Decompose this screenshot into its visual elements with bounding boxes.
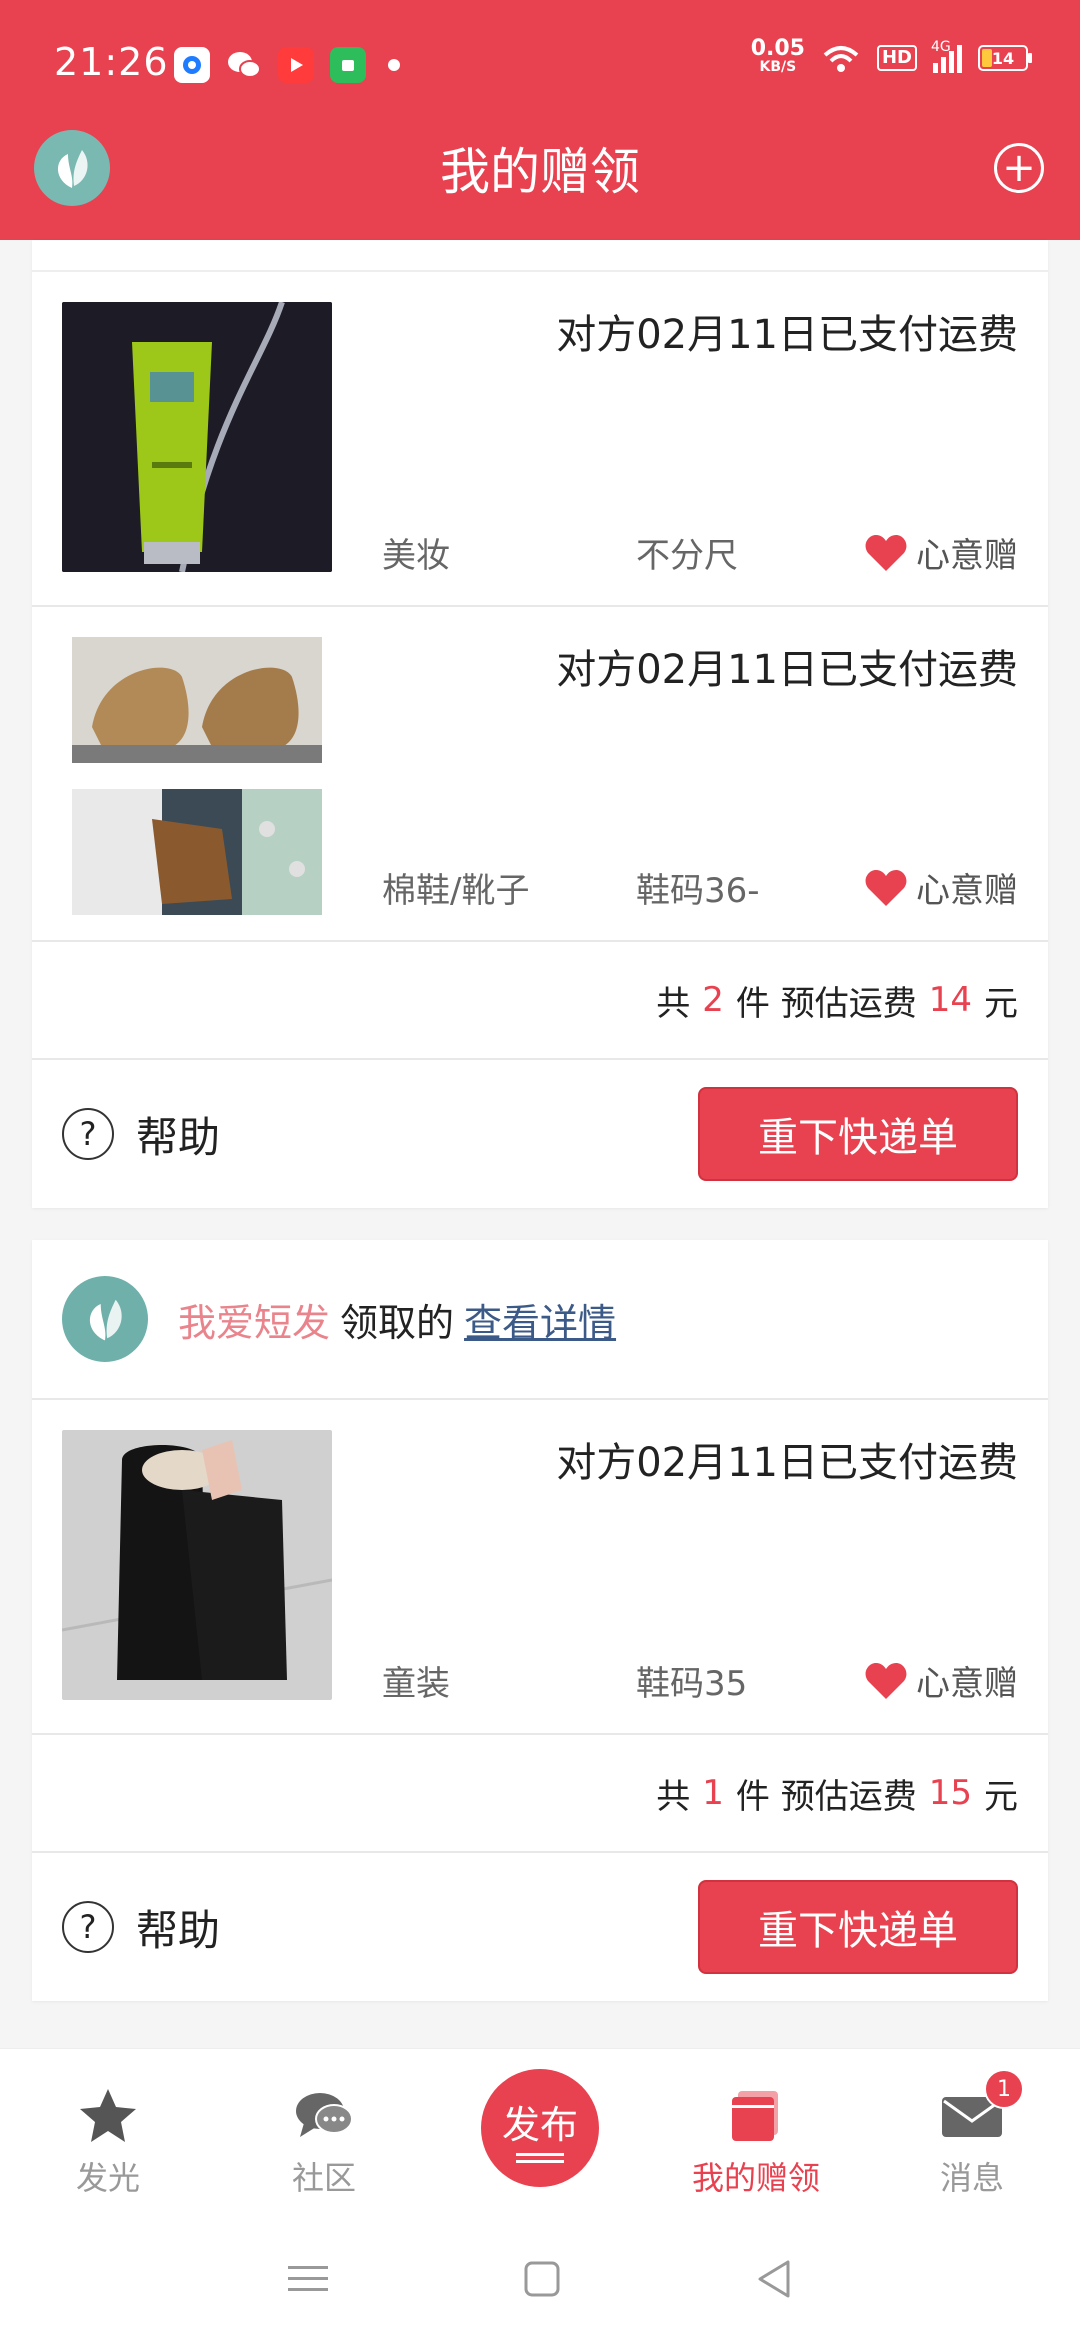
notification-icons <box>174 47 400 83</box>
reorder-waybill-button[interactable]: 重下快递单 <box>698 1880 1018 1974</box>
wifi-icon <box>823 46 859 72</box>
item-status: 对方02月11日已支付运费 <box>556 647 1018 693</box>
heart-icon <box>865 1662 907 1699</box>
page-title: 我的赠领 <box>440 143 640 201</box>
question-circle-icon: ? <box>62 1901 114 1953</box>
item-photo[interactable] <box>72 637 322 763</box>
gift-list[interactable]: 对方02月11日已支付运费 美妆 不分尺 心意赠 对方02月11日已支付运费 棉… <box>32 240 1048 2033</box>
hd-icon: HD <box>876 45 917 71</box>
status-time: 21:26 <box>54 40 169 84</box>
wechat-icon <box>226 47 262 83</box>
reorder-waybill-button[interactable]: 重下快递单 <box>698 1087 1018 1181</box>
heart-icon <box>865 534 907 571</box>
chat-bubbles-icon <box>296 2093 353 2137</box>
net-speed: 0.05 KB/S <box>750 36 805 76</box>
plus-circle-icon: + <box>1002 145 1036 191</box>
item-photos-shoes[interactable] <box>72 637 322 941</box>
tab-my-gifts[interactable]: 我的赠领 <box>648 2049 864 2219</box>
gift-type: 心意赠 <box>864 528 1018 577</box>
star-icon <box>80 2089 136 2142</box>
item-photo[interactable] <box>72 789 322 915</box>
bottom-nav: 发光 社区 发布 我的赠领 消息 1 <box>0 2048 1080 2219</box>
tab-community[interactable]: 社区 <box>216 2049 432 2219</box>
video-app-icon <box>278 47 314 83</box>
gift-card: 对方02月11日已支付运费 美妆 不分尺 心意赠 对方02月11日已支付运费 棉… <box>32 240 1048 1208</box>
add-button[interactable]: + <box>994 143 1044 193</box>
menu-icon[interactable] <box>288 2262 328 2296</box>
card-actions: ? 帮助 重下快递单 <box>32 1060 1048 1208</box>
home-icon[interactable] <box>524 2261 560 2297</box>
publish-button[interactable]: 发布 <box>481 2069 599 2187</box>
tab-messages[interactable]: 消息 1 <box>864 2049 1080 2219</box>
item-meta: 棉鞋/靴子 鞋码36- 心意赠 <box>382 863 1018 912</box>
signal-icon: 4G <box>931 39 962 73</box>
status-bar: 21:26 0.05 KB/S HD 4G 14 <box>0 0 1080 130</box>
gift-item[interactable]: 对方02月11日已支付运费 美妆 不分尺 心意赠 <box>32 272 1048 607</box>
publish-icon <box>516 2152 564 2156</box>
browser-app-icon <box>174 47 210 83</box>
unread-badge: 1 <box>984 2069 1024 2109</box>
item-size: 鞋码36- <box>636 871 760 911</box>
shipping-summary: 共 2 件 预估运费 14 元 <box>32 942 1048 1060</box>
item-meta: 美妆 不分尺 心意赠 <box>382 528 1018 577</box>
back-icon[interactable] <box>756 2259 792 2299</box>
battery-icon: 14 <box>978 45 1032 71</box>
shopping-app-icon <box>330 47 366 83</box>
help-button[interactable]: ? 帮助 <box>62 1897 220 1958</box>
item-status: 对方02月11日已支付运费 <box>556 312 1018 358</box>
gift-item[interactable]: 对方02月11日已支付运费 棉鞋/靴子 鞋码36- 心意赠 <box>32 607 1048 942</box>
gift-card: 我爱短发 领取的 查看详情 对方02月11日已支付运费 童装 鞋码35 心意赠 … <box>32 1240 1048 2001</box>
help-button[interactable]: ? 帮助 <box>62 1104 220 1165</box>
view-details-link[interactable]: 查看详情 <box>464 1292 616 1347</box>
more-notifications-dot <box>388 59 400 71</box>
item-photo-cosmetic[interactable] <box>62 302 332 572</box>
item-category: 童装 <box>382 1664 450 1704</box>
donor-name[interactable]: 我爱短发 <box>178 1292 330 1347</box>
item-meta: 童装 鞋码35 心意赠 <box>382 1656 1018 1705</box>
item-category: 棉鞋/靴子 <box>382 871 530 911</box>
donor-avatar[interactable] <box>62 1276 148 1362</box>
gift-type: 心意赠 <box>864 863 1018 912</box>
item-size: 不分尺 <box>636 536 738 576</box>
item-photo-boots[interactable] <box>62 1430 332 1700</box>
app-header: 21:26 0.05 KB/S HD 4G 14 我的赠领 + <box>0 0 1080 240</box>
question-circle-icon: ? <box>62 1108 114 1160</box>
gift-type: 心意赠 <box>864 1656 1018 1705</box>
tab-publish[interactable]: 发布 <box>432 2049 648 2219</box>
card-actions: ? 帮助 重下快递单 <box>32 1853 1048 2001</box>
shipping-summary: 共 1 件 预估运费 15 元 <box>32 1735 1048 1853</box>
item-category: 美妆 <box>382 536 450 576</box>
gift-box-icon <box>732 2091 778 2141</box>
item-status: 对方02月11日已支付运费 <box>556 1440 1018 1486</box>
status-indicators: 0.05 KB/S HD 4G 14 <box>750 36 1032 76</box>
item-size: 鞋码35 <box>636 1664 748 1704</box>
tab-shine[interactable]: 发光 <box>0 2049 216 2219</box>
system-nav-bar <box>0 2218 1080 2340</box>
gift-item[interactable]: 对方02月11日已支付运费 童装 鞋码35 心意赠 <box>32 1400 1048 1735</box>
heart-icon <box>865 869 907 906</box>
donor-row: 我爱短发 领取的 查看详情 <box>32 1240 1048 1400</box>
donor-verb: 领取的 <box>340 1300 455 1345</box>
